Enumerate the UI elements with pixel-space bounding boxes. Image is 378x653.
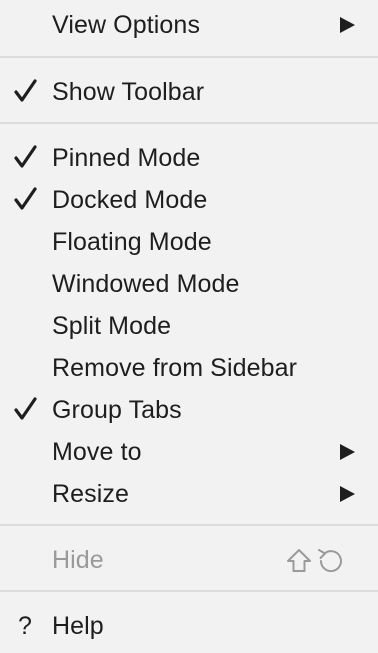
checkmark-icon (12, 184, 40, 214)
keyboard-shortcut (286, 548, 346, 574)
help-icon: ? (18, 612, 32, 640)
checkmark-icon (12, 76, 40, 106)
menu-item-label: Show Toolbar (52, 78, 205, 106)
menu-separator (0, 56, 378, 58)
menu-item-label: Hide (52, 546, 104, 574)
menu-item-label: Split Mode (52, 312, 172, 340)
context-menu: View Options Show Toolbar Pinned Mode Do… (0, 0, 378, 653)
menu-item-pinned-mode[interactable]: Pinned Mode (0, 137, 378, 179)
menu-separator (0, 590, 378, 592)
checkmark-icon (12, 142, 40, 172)
menu-item-label: Help (52, 612, 104, 640)
menu-separator (0, 524, 378, 526)
menu-item-windowed-mode[interactable]: Windowed Mode (0, 263, 378, 305)
menu-item-floating-mode[interactable]: Floating Mode (0, 221, 378, 263)
menu-item-label: Resize (52, 480, 130, 508)
checkmark-icon (12, 394, 40, 424)
menu-item-group-tabs[interactable]: Group Tabs (0, 389, 378, 431)
submenu-arrow-icon (340, 486, 355, 502)
menu-item-resize[interactable]: Resize (0, 473, 378, 515)
submenu-arrow-icon (340, 17, 355, 33)
shift-icon (287, 549, 311, 572)
escape-icon (318, 549, 342, 573)
menu-item-help[interactable]: ? Help (0, 605, 378, 647)
menu-separator (0, 122, 378, 124)
menu-item-docked-mode[interactable]: Docked Mode (0, 179, 378, 221)
menu-item-view-options[interactable]: View Options (0, 4, 378, 46)
submenu-arrow-icon (340, 444, 355, 460)
menu-item-label: Move to (52, 438, 142, 466)
menu-item-label: Windowed Mode (52, 270, 240, 298)
menu-item-label: Group Tabs (52, 396, 182, 424)
menu-item-split-mode[interactable]: Split Mode (0, 305, 378, 347)
menu-item-move-to[interactable]: Move to (0, 431, 378, 473)
menu-item-label: Docked Mode (52, 186, 208, 214)
menu-item-hide: Hide (0, 539, 378, 581)
menu-item-show-toolbar[interactable]: Show Toolbar (0, 71, 378, 113)
menu-item-label: View Options (52, 11, 201, 39)
menu-item-remove-from-sidebar[interactable]: Remove from Sidebar (0, 347, 378, 389)
menu-item-label: Floating Mode (52, 228, 212, 256)
menu-item-label: Remove from Sidebar (52, 354, 298, 382)
menu-item-label: Pinned Mode (52, 144, 201, 172)
